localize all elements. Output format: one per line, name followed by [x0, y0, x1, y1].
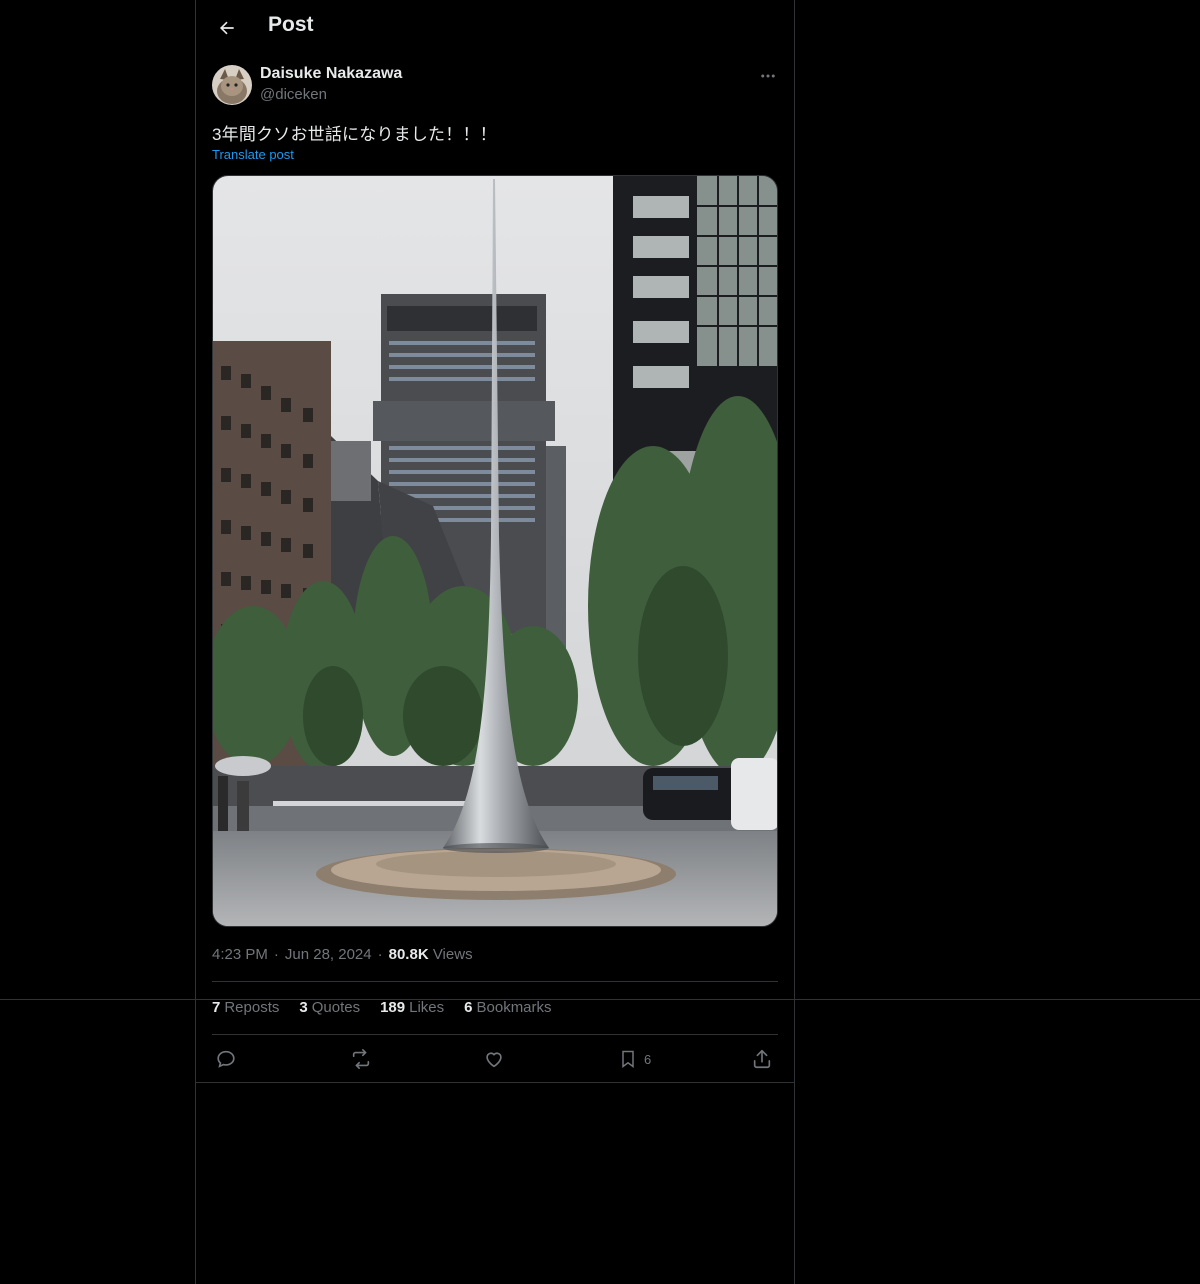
reply-button[interactable]: [215, 1046, 237, 1072]
bookmarks-label: Bookmarks: [476, 999, 552, 1016]
back-arrow-icon: [219, 21, 234, 35]
reposts-label: Reposts: [224, 999, 280, 1016]
share-button[interactable]: [751, 1046, 773, 1072]
quotes-stat[interactable]: 3 Quotes: [299, 999, 360, 1019]
author-handle[interactable]: @diceken: [260, 86, 327, 103]
divider: [212, 1034, 778, 1035]
reposts-count: 7: [212, 999, 221, 1016]
avatar-image: [212, 65, 252, 105]
bookmark-button[interactable]: 6: [618, 1046, 651, 1072]
page-title: Post: [268, 13, 314, 36]
post-time[interactable]: 4:23 PM: [212, 946, 268, 963]
like-icon: [486, 1052, 502, 1068]
post-timestamp: 4:23 PM · Jun 28, 2024 · 80.8K Views: [212, 946, 473, 963]
likes-label: Likes: [409, 999, 445, 1016]
share-icon: [753, 1049, 771, 1069]
bookmark-icon: [622, 1050, 634, 1068]
bookmarks-stat[interactable]: 6 Bookmarks: [464, 999, 551, 1019]
repost-button[interactable]: [349, 1046, 373, 1072]
back-button[interactable]: [211, 12, 243, 44]
post-image[interactable]: [212, 175, 778, 927]
more-options-button[interactable]: [756, 64, 780, 88]
translate-post-link[interactable]: Translate post: [212, 147, 294, 162]
reposts-stat[interactable]: 7 Reposts: [212, 999, 279, 1019]
quotes-count: 3: [299, 999, 308, 1016]
reply-icon: [217, 1050, 235, 1068]
avatar[interactable]: [212, 65, 252, 105]
likes-stat[interactable]: 189 Likes: [380, 999, 444, 1019]
views-count: 80.8K: [388, 946, 429, 963]
divider: [0, 999, 1200, 1000]
quotes-label: Quotes: [311, 999, 361, 1016]
likes-count: 189: [380, 999, 406, 1016]
engagement-stats: 7 Reposts 3 Quotes 189 Likes 6 Bookmarks: [212, 999, 552, 1019]
post-date[interactable]: Jun 28, 2024: [285, 946, 372, 963]
page-header: Post: [195, 0, 795, 53]
repost-icon: [352, 1049, 370, 1069]
post-text: 3年間クソお世話になりました！！！: [212, 125, 497, 144]
more-icon: [761, 74, 775, 78]
bookmark-count: 6: [644, 1051, 652, 1067]
author-name[interactable]: Daisuke Nakazawa: [260, 65, 402, 83]
bookmarks-count: 6: [464, 999, 473, 1016]
divider: [195, 1082, 795, 1083]
divider: [212, 981, 778, 982]
app-frame: Post Daisuke Nakazawa @diceken 3年間クソお世話に…: [0, 0, 1200, 1284]
like-button[interactable]: [483, 1046, 505, 1072]
photo-spire-sculpture: [213, 176, 777, 926]
views-label: Views: [432, 946, 473, 963]
